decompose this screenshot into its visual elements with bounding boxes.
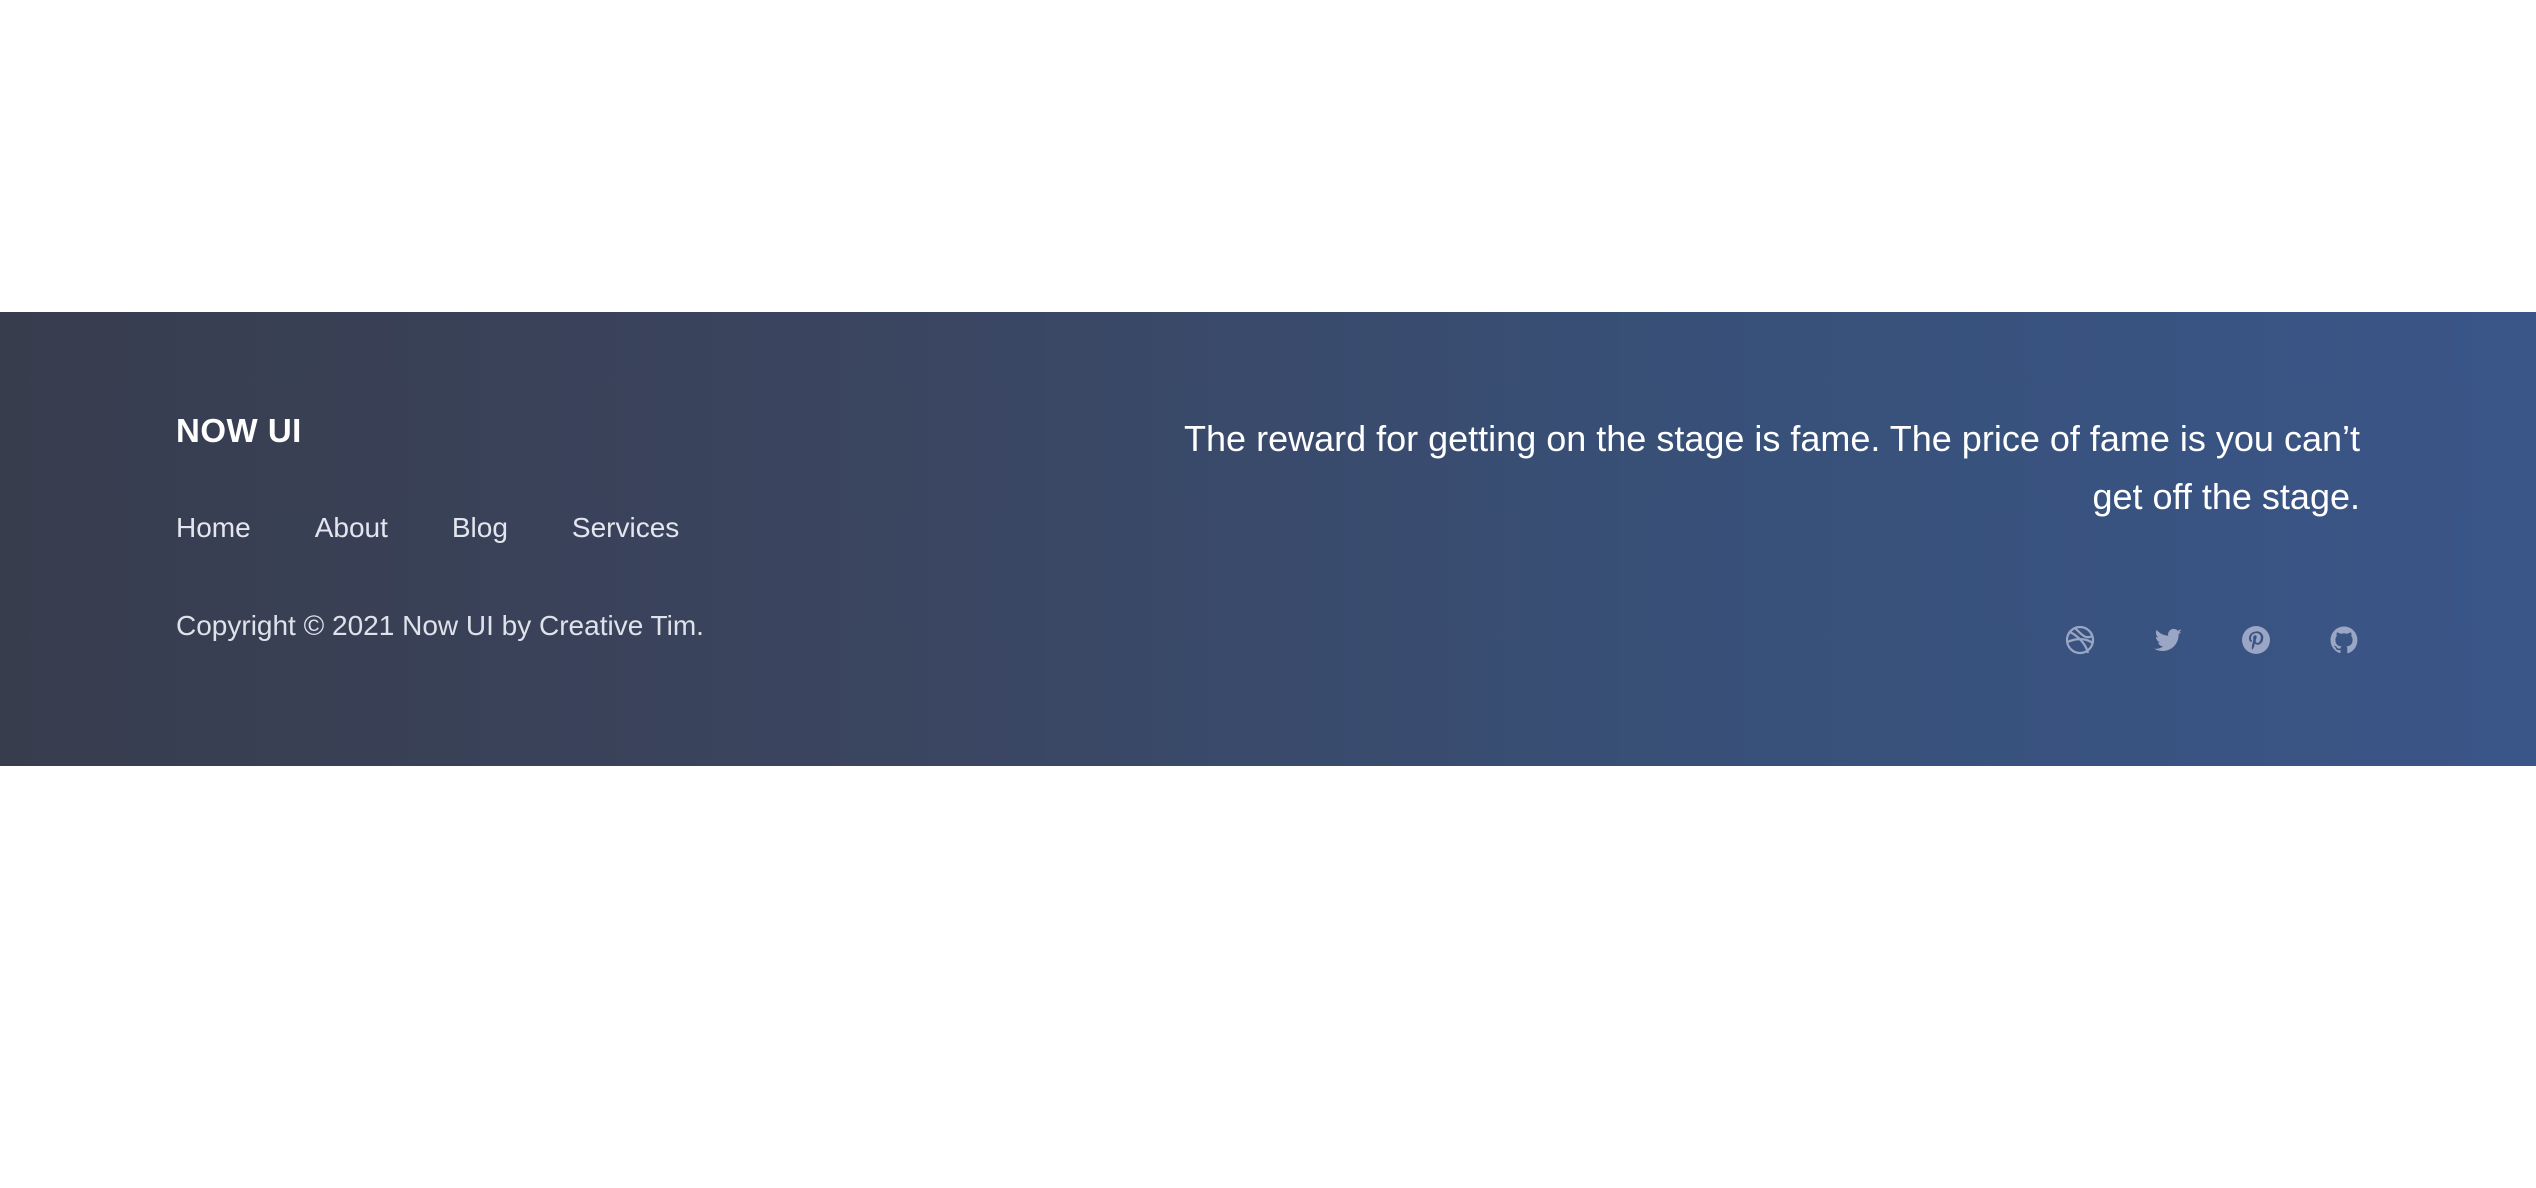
twitter-icon[interactable] — [2152, 624, 2184, 656]
pinterest-icon[interactable] — [2240, 624, 2272, 656]
nav-link-about[interactable]: About — [315, 512, 388, 544]
social-links — [2064, 624, 2360, 656]
brand-logo-link[interactable]: NOW UI — [176, 412, 302, 450]
footer: NOW UI Home About Blog Services Copyrigh… — [0, 312, 2536, 766]
github-icon[interactable] — [2328, 624, 2360, 656]
copyright-text: Copyright © 2021 Now UI by Creative Tim. — [176, 610, 704, 641]
nav-link-home[interactable]: Home — [176, 512, 251, 544]
nav-link-services[interactable]: Services — [572, 512, 679, 544]
nav-link-blog[interactable]: Blog — [452, 512, 508, 544]
footer-nav: Home About Blog Services — [176, 512, 743, 544]
dribbble-icon[interactable] — [2064, 624, 2096, 656]
quote-text: The reward for getting on the stage is f… — [1184, 418, 2360, 517]
